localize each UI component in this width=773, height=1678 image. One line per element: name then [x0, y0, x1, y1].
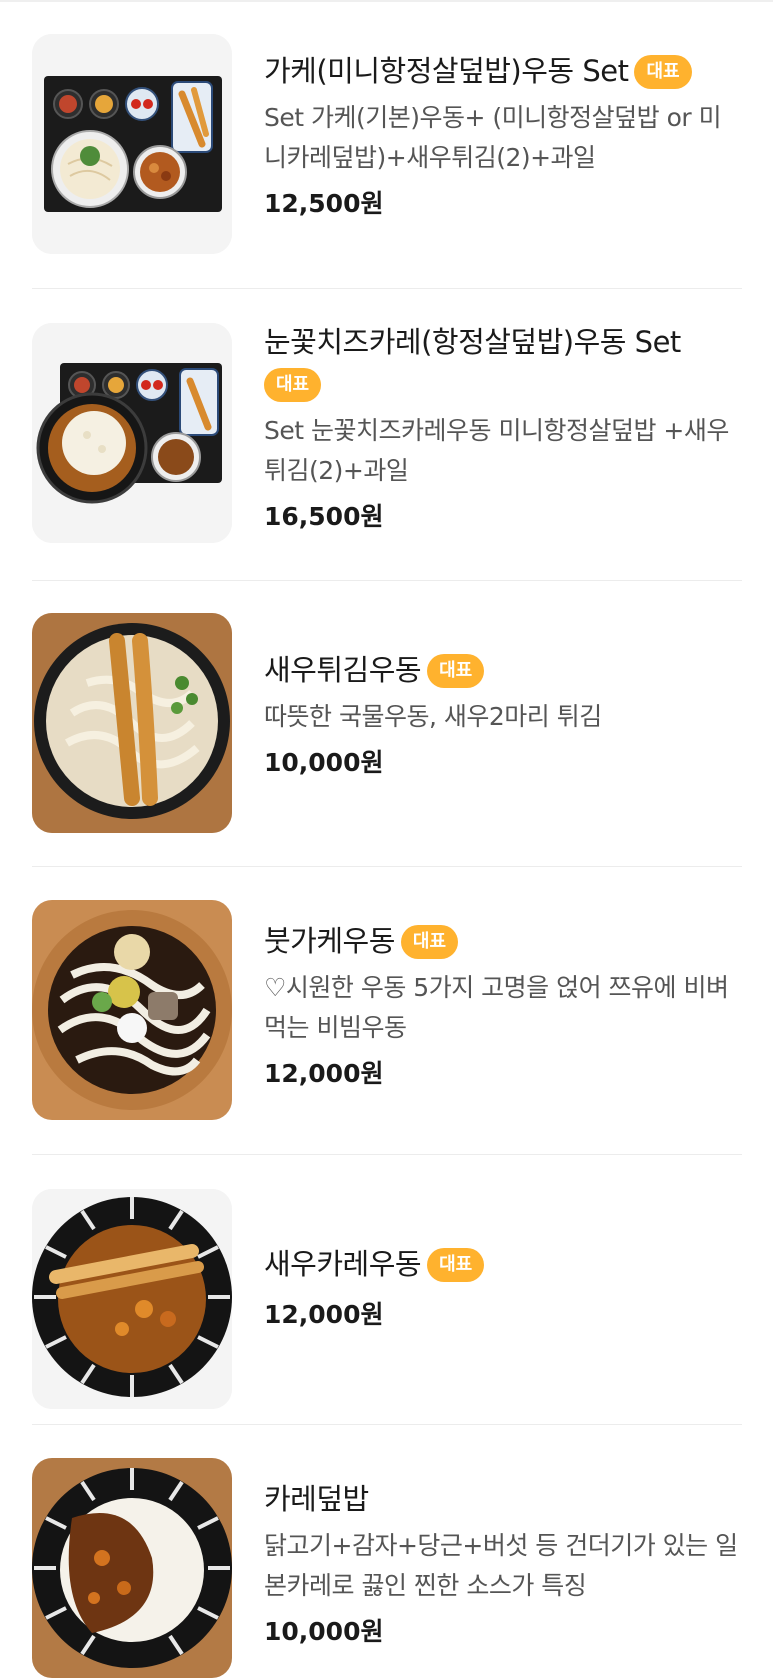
set-tray-food-image: [32, 34, 232, 254]
menu-item-info: 카레덮밥 닭고기+감자+당근+버섯 등 건더기가 있는 일본카레로 끓인 찐한 …: [264, 1478, 742, 1650]
menu-item[interactable]: 카레덮밥 닭고기+감자+당근+버섯 등 건더기가 있는 일본카레로 끓인 찐한 …: [32, 1458, 742, 1678]
menu-description: 닭고기+감자+당근+버섯 등 건더기가 있는 일본카레로 끓인 찐한 소스가 특…: [264, 1531, 738, 1600]
menu-description: Set 가케(기본)우동+ (미니항정살덮밥 or 미니카레덮밥)+새우튀김(2…: [264, 103, 722, 172]
menu-name-text: 새우카레우동: [264, 1247, 422, 1281]
menu-description: 따뜻한 국물우동, 새우2마리 튀김: [264, 702, 602, 731]
menu-name-text: 붓가케우동: [264, 924, 395, 958]
curry-rice-image: [32, 1458, 232, 1678]
menu-item[interactable]: 눈꽃치즈카레(항정살덮밥)우동 Set 대표 Set 눈꽃치즈카레우동 미니항정살…: [32, 323, 742, 543]
divider: [32, 1424, 742, 1425]
representative-badge: 대표: [427, 1248, 485, 1282]
representative-badge: 대표: [427, 654, 485, 688]
menu-item-info: 새우튀김우동 대표 따뜻한 국물우동, 새우2마리 튀김 10,000원: [264, 649, 742, 781]
representative-badge: 대표: [634, 55, 692, 89]
menu-name: 붓가케우동 대표: [264, 920, 742, 962]
menu-description: ♡시원한 우동 5가지 고명을 얹어 쯔유에 비벼먹는 비빔우동: [264, 973, 729, 1042]
menu-name-text: 카레덮밥: [264, 1482, 369, 1516]
menu-price: 10,000원: [264, 748, 384, 777]
menu-name-text: 눈꽃치즈카레(항정살덮밥)우동 Set: [264, 325, 681, 359]
divider: [32, 1154, 742, 1155]
menu-item[interactable]: 새우튀김우동 대표 따뜻한 국물우동, 새우2마리 튀김 10,000원: [32, 613, 742, 833]
menu-description: Set 눈꽃치즈카레우동 미니항정살덮밥 +새우튀김(2)+과일: [264, 416, 729, 485]
divider: [32, 866, 742, 867]
menu-price: 10,000원: [264, 1617, 384, 1646]
menu-item[interactable]: 새우카레우동 대표 12,000원: [32, 1189, 742, 1409]
set-tray-curry-food-image: [32, 323, 232, 543]
representative-badge: 대표: [264, 368, 322, 402]
divider: [32, 288, 742, 289]
shrimp-udon-image: [32, 613, 232, 833]
menu-item-info: 붓가케우동 대표 ♡시원한 우동 5가지 고명을 얹어 쯔유에 비벼먹는 비빔우동…: [264, 920, 742, 1092]
shrimp-curry-udon-image: [32, 1189, 232, 1409]
menu-price: 12,000원: [264, 1300, 384, 1329]
menu-name: 눈꽃치즈카레(항정살덮밥)우동 Set 대표: [264, 321, 742, 405]
menu-name: 가케(미니항정살덮밥)우동 Set 대표: [264, 50, 742, 92]
representative-badge: 대표: [400, 925, 459, 959]
menu-item[interactable]: 가케(미니항정살덮밥)우동 Set 대표 Set 가케(기본)우동+ (미니항정살…: [32, 34, 742, 254]
menu-name: 카레덮밥: [264, 1478, 742, 1520]
menu-price: 12,500원: [264, 189, 384, 218]
divider: [32, 580, 742, 581]
top-divider: [0, 0, 773, 2]
menu-item-info: 새우카레우동 대표 12,000원: [264, 1243, 742, 1333]
menu-item-info: 눈꽃치즈카레(항정살덮밥)우동 Set 대표 Set 눈꽃치즈카레우동 미니항정살…: [264, 321, 742, 535]
menu-price: 16,500원: [264, 502, 384, 531]
menu-name: 새우튀김우동 대표: [264, 649, 742, 691]
bukkake-udon-image: [32, 900, 232, 1120]
menu-name-text: 새우튀김우동: [264, 653, 422, 687]
menu-item[interactable]: 붓가케우동 대표 ♡시원한 우동 5가지 고명을 얹어 쯔유에 비벼먹는 비빔우동…: [32, 900, 742, 1120]
menu-item-info: 가케(미니항정살덮밥)우동 Set 대표 Set 가케(기본)우동+ (미니항정살…: [264, 50, 742, 222]
menu-name-text: 가케(미니항정살덮밥)우동 Set: [264, 54, 629, 88]
menu-price: 12,000원: [264, 1059, 384, 1088]
menu-name: 새우카레우동 대표: [264, 1243, 742, 1285]
